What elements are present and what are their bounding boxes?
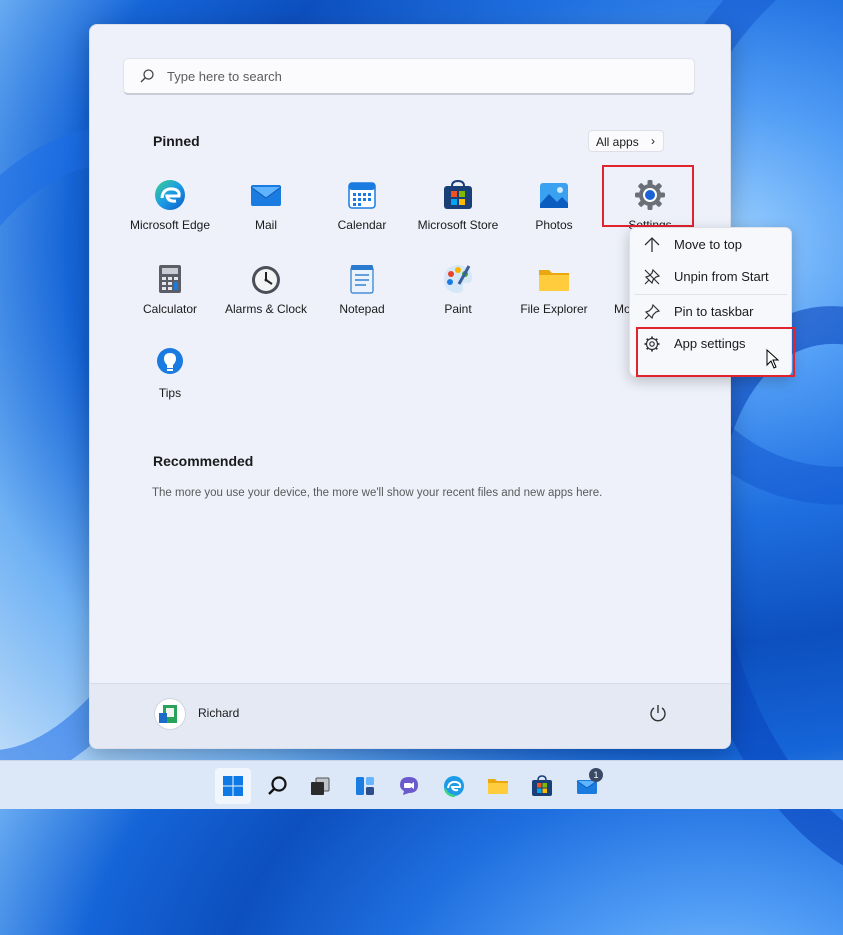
pinned-title: Pinned bbox=[153, 133, 200, 149]
search-icon bbox=[140, 69, 154, 83]
app-label: Calendar bbox=[337, 218, 387, 232]
photos-icon bbox=[540, 183, 568, 208]
pinned-app-tips[interactable]: Tips bbox=[122, 341, 218, 419]
app-label: Paint bbox=[444, 302, 472, 316]
pinned-app-calculator[interactable]: Calculator bbox=[122, 257, 218, 335]
menu-item-move-to-top[interactable]: Move to top bbox=[634, 230, 787, 260]
start-menu: Type here to search Pinned All apps › Mi… bbox=[89, 24, 731, 749]
taskbar-store-button[interactable] bbox=[524, 768, 560, 804]
calendar-icon bbox=[348, 182, 376, 209]
taskbar-search-button[interactable] bbox=[260, 768, 296, 804]
avatar[interactable] bbox=[154, 698, 186, 730]
search-input[interactable]: Type here to search bbox=[123, 58, 695, 95]
notepad-icon bbox=[350, 265, 374, 294]
recommended-title: Recommended bbox=[153, 453, 254, 469]
taskbar-file-explorer-button[interactable] bbox=[480, 768, 516, 804]
user-bar: Richard bbox=[90, 683, 730, 748]
search-placeholder: Type here to search bbox=[167, 69, 282, 84]
paint-icon bbox=[444, 265, 472, 293]
pinned-app-notepad[interactable]: Notepad bbox=[314, 257, 410, 335]
app-label: Microsoft Edge bbox=[129, 218, 211, 232]
app-label: File Explorer bbox=[520, 302, 588, 316]
pin-icon bbox=[644, 303, 661, 320]
widgets-icon bbox=[356, 777, 374, 795]
menu-item-label: Pin to taskbar bbox=[674, 304, 754, 319]
mail-notification-badge: 1 bbox=[589, 768, 603, 782]
app-label: Calculator bbox=[142, 302, 198, 316]
menu-item-unpin-from-start[interactable]: Unpin from Start bbox=[634, 262, 787, 292]
search-icon bbox=[268, 776, 287, 795]
settings-highlight-box bbox=[602, 165, 694, 227]
menu-item-label: Move to top bbox=[674, 237, 742, 252]
all-apps-label: All apps bbox=[596, 135, 639, 149]
edge-icon bbox=[155, 180, 185, 210]
taskbar-edge-button[interactable] bbox=[436, 768, 472, 804]
menu-item-pin-to-taskbar[interactable]: Pin to taskbar bbox=[634, 297, 787, 327]
taskbar-widgets-button[interactable] bbox=[347, 768, 383, 804]
recommended-empty-text: The more you use your device, the more w… bbox=[152, 487, 603, 499]
app-label: Mail bbox=[254, 218, 277, 232]
pinned-app-alarms-clock[interactable]: Alarms & Clock bbox=[218, 257, 314, 335]
taskbar-mail-button[interactable]: 1 bbox=[569, 768, 605, 804]
store-icon bbox=[444, 179, 472, 209]
calculator-icon bbox=[159, 265, 181, 293]
app-label: Microsoft Store bbox=[417, 218, 499, 232]
mail-icon bbox=[250, 185, 282, 206]
arrow-up-icon bbox=[644, 237, 660, 252]
lightbulb-icon bbox=[157, 348, 183, 374]
user-name[interactable]: Richard bbox=[198, 706, 239, 720]
folder-icon bbox=[539, 270, 569, 291]
app-label: Notepad bbox=[339, 302, 385, 316]
taskbar: 1 bbox=[0, 760, 843, 809]
app-label: Tips bbox=[158, 386, 182, 400]
user-avatar-icon bbox=[159, 705, 177, 723]
unpin-icon bbox=[644, 268, 661, 285]
chevron-right-icon: › bbox=[651, 134, 655, 148]
pinned-app-edge[interactable]: Microsoft Edge bbox=[122, 173, 218, 251]
clock-icon bbox=[252, 266, 280, 294]
pinned-app-store[interactable]: Microsoft Store bbox=[410, 173, 506, 251]
power-icon[interactable] bbox=[647, 702, 669, 724]
folder-icon bbox=[488, 779, 508, 794]
pinned-app-calendar[interactable]: Calendar bbox=[314, 173, 410, 251]
task-view-icon bbox=[311, 777, 330, 795]
store-icon bbox=[532, 775, 552, 796]
taskbar-start-button[interactable] bbox=[215, 768, 251, 804]
start-icon bbox=[223, 776, 243, 796]
app-label: Alarms & Clock bbox=[224, 302, 307, 316]
chat-icon bbox=[400, 777, 418, 795]
pinned-app-mail[interactable]: Mail bbox=[218, 173, 314, 251]
menu-separator bbox=[634, 294, 787, 295]
edge-icon bbox=[443, 776, 464, 797]
all-apps-button[interactable]: All apps › bbox=[588, 130, 664, 152]
mouse-cursor-icon bbox=[766, 349, 780, 369]
pinned-app-file-explorer[interactable]: File Explorer bbox=[506, 257, 602, 335]
pinned-app-paint[interactable]: Paint bbox=[410, 257, 506, 335]
taskbar-chat-button[interactable] bbox=[391, 768, 427, 804]
menu-item-label: Unpin from Start bbox=[674, 269, 769, 284]
pinned-app-photos[interactable]: Photos bbox=[506, 173, 602, 251]
app-label: Photos bbox=[535, 218, 573, 232]
taskbar-task-view-button[interactable] bbox=[302, 768, 338, 804]
